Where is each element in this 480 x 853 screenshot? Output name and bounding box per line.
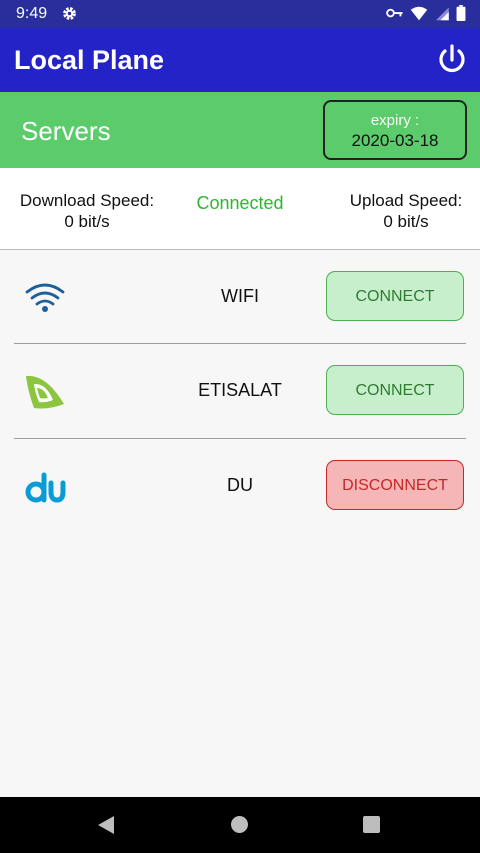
disconnect-button-du[interactable]: DISCONNECT (326, 460, 464, 510)
back-icon[interactable] (97, 815, 115, 835)
status-bar: 9:49 (0, 0, 480, 28)
server-name: DU (227, 475, 253, 495)
expiry-box: expiry : 2020-03-18 (323, 100, 467, 160)
app-title: Local Plane (14, 45, 165, 75)
speed-panel: Download Speed: 0 bit/s Connected Upload… (0, 168, 480, 250)
download-speed-label: Download Speed: (19, 191, 155, 210)
cell-signal-icon (436, 7, 449, 20)
gear-icon (63, 7, 76, 20)
server-row-etisalat: ETISALAT CONNECT (0, 344, 480, 438)
upload-speed-label: Upload Speed: (349, 191, 463, 210)
status-icons (386, 5, 466, 21)
power-icon[interactable] (436, 43, 468, 77)
connect-button-wifi[interactable]: CONNECT (326, 271, 464, 321)
connect-button-etisalat[interactable]: CONNECT (326, 365, 464, 415)
upload-speed: Upload Speed: 0 bit/s (345, 190, 467, 232)
server-row-wifi: WIFI CONNECT (0, 250, 480, 344)
wifi-signal-icon (410, 6, 428, 20)
server-row-du: DU DISCONNECT (0, 439, 480, 533)
battery-icon (456, 5, 466, 21)
download-speed: Download Speed: 0 bit/s (14, 190, 160, 232)
server-name: ETISALAT (198, 380, 282, 400)
servers-title: Servers (21, 116, 111, 146)
upload-speed-value: 0 bit/s (383, 212, 429, 231)
app-bar: Local Plane (0, 28, 480, 92)
etisalat-logo (26, 375, 64, 409)
status-time: 9:49 (16, 5, 48, 22)
expiry-date: 2020-03-18 (351, 131, 439, 150)
download-speed-value: 0 bit/s (64, 212, 110, 231)
recent-apps-icon[interactable] (363, 816, 380, 833)
home-icon[interactable] (231, 816, 248, 833)
vpn-key-icon (386, 8, 403, 18)
navigation-bar (0, 797, 480, 853)
servers-header: Servers expiry : 2020-03-18 (0, 92, 480, 168)
server-name: WIFI (221, 286, 259, 306)
expiry-label: expiry : (370, 112, 420, 129)
du-logo (25, 472, 66, 503)
wifi-icon (25, 283, 65, 312)
connection-status: Connected (196, 193, 284, 213)
